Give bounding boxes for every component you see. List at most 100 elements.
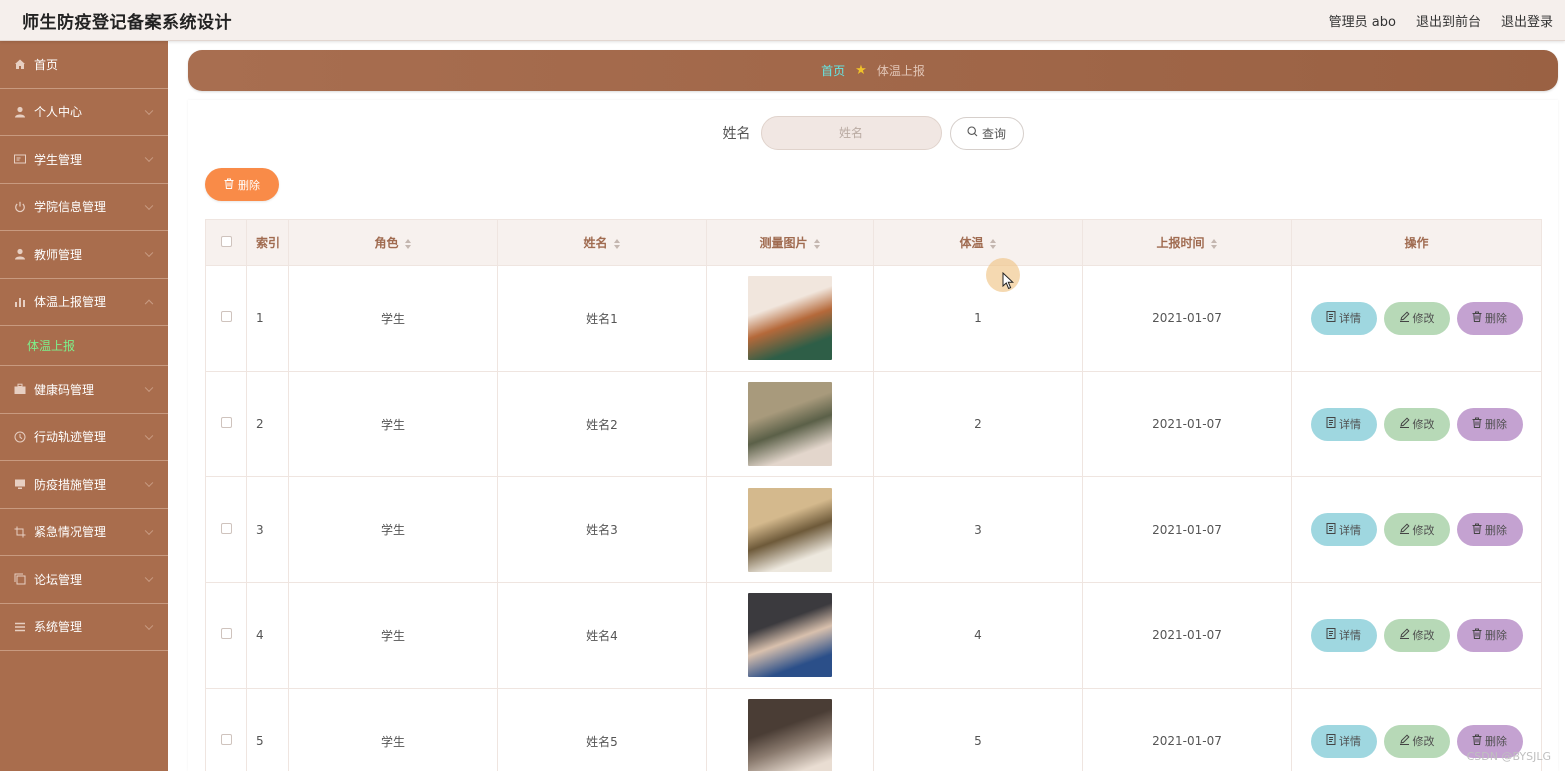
admin-user-link[interactable]: 管理员 abo (1329, 11, 1396, 30)
monitor-icon (14, 478, 26, 490)
sidebar-item-emergency[interactable]: 紧急情况管理 (0, 509, 168, 556)
exit-to-frontend-link[interactable]: 退出到前台 (1416, 11, 1481, 30)
sidebar-item-home[interactable]: 首页 (0, 41, 168, 89)
bar-chart-icon (14, 296, 26, 308)
trash-icon (1472, 417, 1482, 431)
delete-button[interactable]: 删除 (1456, 618, 1523, 652)
chevron-down-icon (144, 573, 154, 583)
row-checkbox[interactable] (220, 522, 232, 534)
search-bar: 姓名 查询 (188, 116, 1558, 150)
row-role: 学生 (288, 687, 498, 771)
logout-link[interactable]: 退出登录 (1501, 11, 1553, 30)
row-name: 姓名2 (497, 370, 707, 478)
sidebar-item-forum[interactable]: 论坛管理 (0, 556, 168, 604)
sidebar-item-prevention[interactable]: 防疫措施管理 (0, 461, 168, 509)
detail-button[interactable]: 详情 (1310, 407, 1377, 441)
mouse-pointer-icon (1002, 272, 1014, 290)
row-report-time: 2021-01-07 (1082, 265, 1292, 372)
home-icon (14, 58, 26, 70)
row-temperature: 2 (873, 370, 1083, 478)
row-checkbox[interactable] (220, 734, 232, 746)
row-checkbox[interactable] (220, 628, 232, 640)
detail-button[interactable]: 详情 (1310, 301, 1377, 335)
measurement-photo[interactable] (748, 699, 832, 771)
sidebar-item-personal-center[interactable]: 个人中心 (0, 89, 168, 136)
delete-button[interactable]: 删除 (1456, 301, 1523, 335)
detail-button[interactable]: 详情 (1310, 724, 1377, 758)
copy-icon (14, 573, 26, 585)
sort-icon[interactable] (813, 238, 821, 249)
edit-button[interactable]: 修改 (1383, 407, 1450, 441)
select-all-cell (205, 219, 247, 266)
edit-button[interactable]: 修改 (1383, 513, 1450, 547)
row-checkbox[interactable] (220, 311, 232, 323)
sidebar-subitem-temperature[interactable]: 体温上报 (0, 326, 168, 366)
row-name: 姓名4 (497, 582, 707, 689)
id-card-icon (14, 153, 26, 165)
sort-icon[interactable] (989, 238, 997, 249)
sort-icon[interactable] (404, 238, 412, 249)
sidebar-item-college-info[interactable]: 学院信息管理 (0, 184, 168, 231)
sidebar-item-health-code[interactable]: 健康码管理 (0, 366, 168, 414)
column-header-role[interactable]: 角色 (288, 219, 498, 266)
row-photo-cell (706, 582, 874, 689)
column-header-label: 体温 (959, 236, 984, 250)
measurement-photo[interactable] (748, 276, 832, 361)
sidebar-item-track[interactable]: 行动轨迹管理 (0, 414, 168, 461)
column-header-temperature[interactable]: 体温 (873, 219, 1083, 266)
edit-icon (1399, 628, 1410, 642)
sidebar-item-label: 紧急情况管理 (34, 525, 107, 540)
table-row: 2 学生 姓名2 2 2021-01-07 详情 修改 删除 (205, 370, 1542, 478)
edit-button-label: 修改 (1412, 524, 1435, 537)
name-search-input[interactable] (760, 116, 942, 150)
chevron-down-icon (144, 248, 154, 258)
sidebar-item-student[interactable]: 学生管理 (0, 136, 168, 184)
document-icon (1326, 734, 1336, 748)
row-actions: 详情 修改 删除 (1291, 265, 1542, 372)
sidebar-item-label: 学院信息管理 (34, 200, 107, 215)
row-report-time: 2021-01-07 (1082, 476, 1292, 584)
query-button[interactable]: 查询 (949, 116, 1024, 150)
chevron-down-icon (144, 106, 154, 115)
breadcrumb-home-link[interactable]: 首页 (821, 62, 845, 79)
detail-button-label: 详情 (1339, 313, 1361, 326)
column-header-report-time[interactable]: 上报时间 (1082, 219, 1292, 266)
detail-button[interactable]: 详情 (1310, 618, 1377, 652)
detail-button-label: 详情 (1339, 419, 1361, 432)
measurement-photo[interactable] (748, 487, 832, 572)
trash-icon (1472, 628, 1482, 642)
delete-button[interactable]: 删除 (1456, 407, 1523, 441)
delete-button[interactable]: 删除 (1456, 513, 1523, 547)
edit-button[interactable]: 修改 (1383, 301, 1450, 335)
row-checkbox[interactable] (220, 417, 232, 429)
select-all-checkbox[interactable] (220, 235, 232, 247)
column-header-actions: 操作 (1291, 219, 1542, 266)
crop-icon (14, 526, 26, 538)
measurement-photo[interactable] (748, 382, 832, 467)
batch-delete-button[interactable]: 删除 (205, 168, 279, 201)
row-role: 学生 (288, 265, 498, 372)
document-icon (1326, 311, 1336, 325)
sidebar-item-temperature-report[interactable]: 体温上报管理 (0, 279, 168, 326)
sort-icon[interactable] (613, 238, 621, 249)
menu-icon (14, 621, 26, 633)
document-icon (1326, 522, 1336, 537)
delete-button-label: 删除 (1485, 524, 1507, 537)
sidebar: 首页 个人中心 学生管理 学院信息管理 教师管理 体温上报管理 体温上报 健康码… (0, 41, 168, 771)
row-role: 学生 (288, 476, 498, 584)
row-photo-cell (706, 265, 874, 372)
sidebar-item-teacher[interactable]: 教师管理 (0, 231, 168, 279)
column-header-photo[interactable]: 测量图片 (706, 219, 874, 266)
row-select-cell (205, 476, 247, 584)
user-icon (14, 248, 26, 260)
chevron-down-icon (144, 153, 154, 163)
row-name: 姓名1 (497, 265, 707, 372)
edit-button[interactable]: 修改 (1383, 724, 1450, 758)
measurement-photo[interactable] (748, 593, 832, 678)
trash-icon (1472, 734, 1482, 748)
column-header-name[interactable]: 姓名 (497, 219, 707, 266)
edit-button[interactable]: 修改 (1383, 618, 1450, 652)
sidebar-item-system[interactable]: 系统管理 (0, 604, 168, 651)
detail-button[interactable]: 详情 (1310, 513, 1377, 547)
sort-icon[interactable] (1210, 238, 1218, 249)
